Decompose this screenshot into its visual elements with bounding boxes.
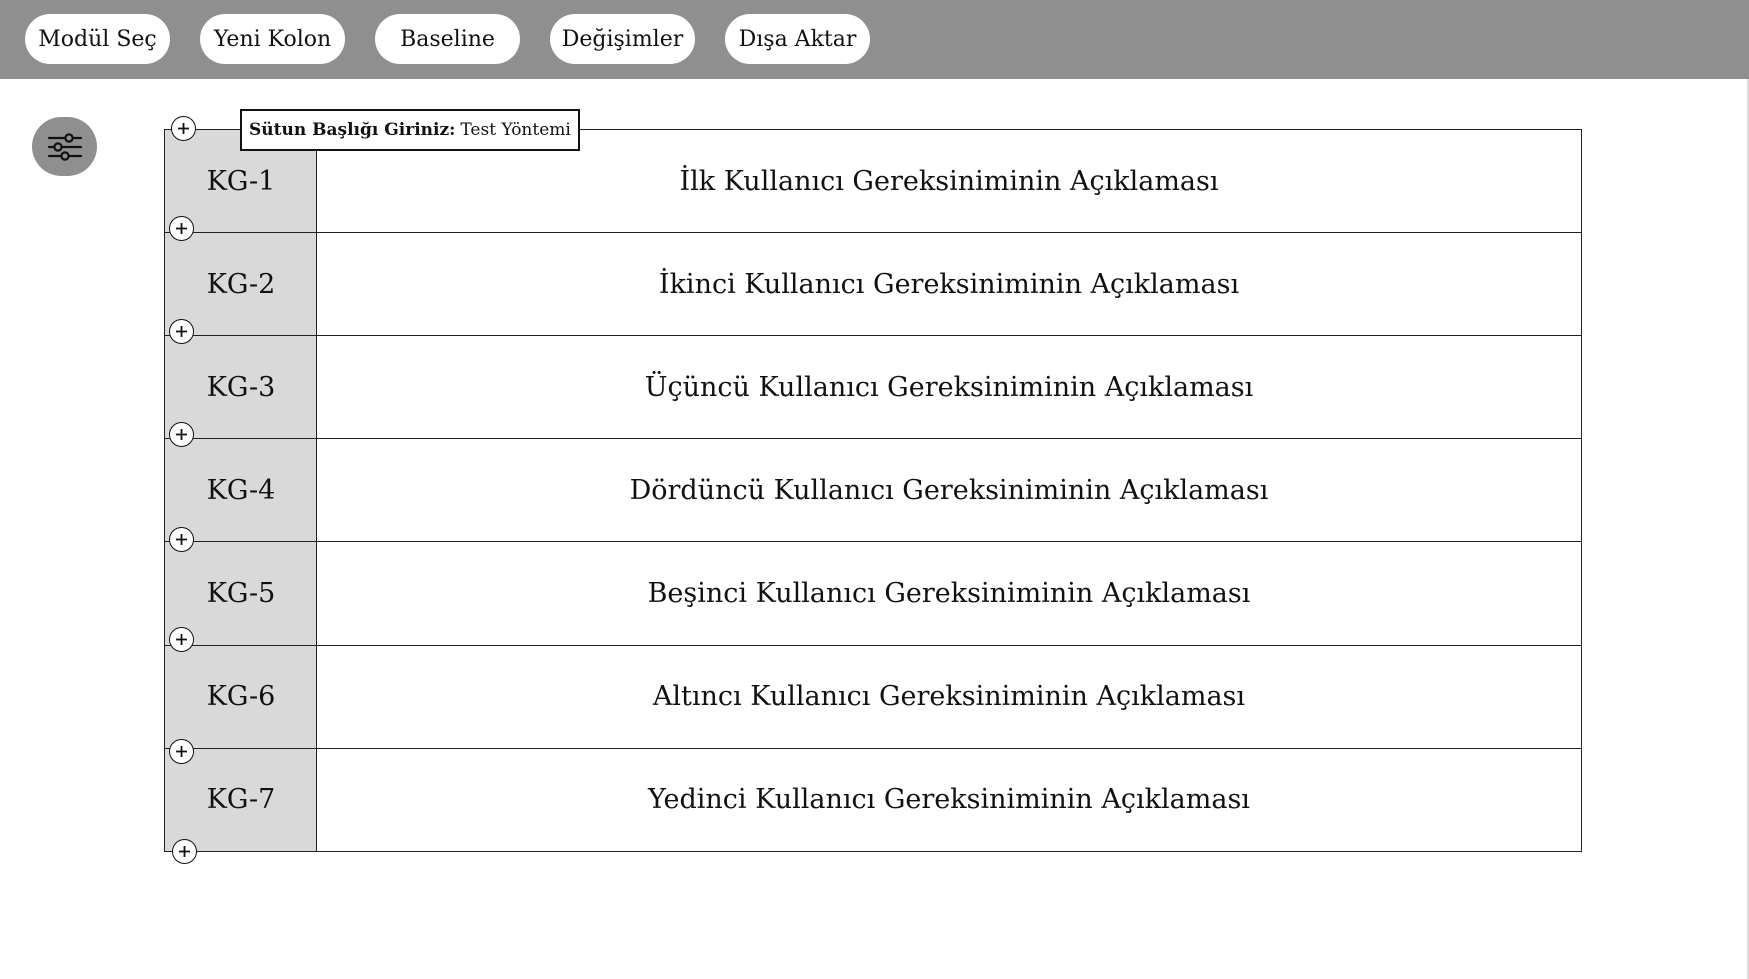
add-row-button[interactable] [169, 527, 194, 552]
row-id-cell[interactable]: KG-6 [165, 645, 317, 748]
toolbar: Modül Seç Yeni Kolon Baseline Değişimler… [0, 0, 1749, 79]
plus-icon [178, 123, 189, 134]
row-description-cell[interactable]: Dördüncü Kullanıcı Gereksiniminin Açıkla… [317, 439, 1581, 542]
table-row: KG-2 İkinci Kullanıcı Gereksiniminin Açı… [165, 233, 1581, 336]
plus-icon [179, 846, 190, 857]
table-row: KG-5 Beşinci Kullanıcı Gereksiniminin Aç… [165, 542, 1581, 645]
table-row: KG-7 Yedinci Kullanıcı Gereksiniminin Aç… [165, 748, 1581, 851]
row-description-cell[interactable]: Yedinci Kullanıcı Gereksiniminin Açıklam… [317, 748, 1581, 851]
table-row: KG-3 Üçüncü Kullanıcı Gereksiniminin Açı… [165, 336, 1581, 439]
row-id-cell[interactable]: KG-7 [165, 748, 317, 851]
plus-icon [176, 326, 187, 337]
add-row-button[interactable] [171, 116, 196, 141]
sliders-icon [47, 132, 82, 161]
plus-icon [176, 634, 187, 645]
baseline-button[interactable]: Baseline [375, 14, 520, 64]
export-button[interactable]: Dışa Aktar [725, 14, 870, 64]
plus-icon [176, 429, 187, 440]
add-row-button[interactable] [169, 627, 194, 652]
module-select-button[interactable]: Modül Seç [25, 14, 170, 64]
changes-button[interactable]: Değişimler [550, 14, 695, 64]
requirements-grid: KG-1 İlk Kullanıcı Gereksiniminin Açıkla… [164, 129, 1582, 852]
add-row-button[interactable] [172, 839, 197, 864]
add-row-button[interactable] [169, 319, 194, 344]
row-description-cell[interactable]: İkinci Kullanıcı Gereksiniminin Açıklama… [317, 233, 1581, 336]
row-description-cell[interactable]: Üçüncü Kullanıcı Gereksiniminin Açıklama… [317, 336, 1581, 439]
add-row-button[interactable] [169, 422, 194, 447]
plus-icon [176, 746, 187, 757]
table-row: KG-6 Altıncı Kullanıcı Gereksiniminin Aç… [165, 645, 1581, 748]
new-column-button[interactable]: Yeni Kolon [200, 14, 345, 64]
plus-icon [176, 534, 187, 545]
plus-icon [176, 223, 187, 234]
settings-button[interactable] [32, 117, 97, 176]
row-description-cell[interactable]: Altıncı Kullanıcı Gereksiniminin Açıklam… [317, 645, 1581, 748]
column-title-prompt-label: Sütun Başlığı Giriniz: [249, 120, 456, 140]
column-title-value[interactable]: Test Yöntemi [460, 120, 570, 140]
row-description-cell[interactable]: Beşinci Kullanıcı Gereksiniminin Açıklam… [317, 542, 1581, 645]
add-row-button[interactable] [169, 739, 194, 764]
add-row-button[interactable] [169, 216, 194, 241]
table-row: KG-4 Dördüncü Kullanıcı Gereksiniminin A… [165, 439, 1581, 542]
column-title-input-tooltip[interactable]: Sütun Başlığı Giriniz: Test Yöntemi [240, 109, 580, 151]
row-id-cell[interactable]: KG-4 [165, 439, 317, 542]
